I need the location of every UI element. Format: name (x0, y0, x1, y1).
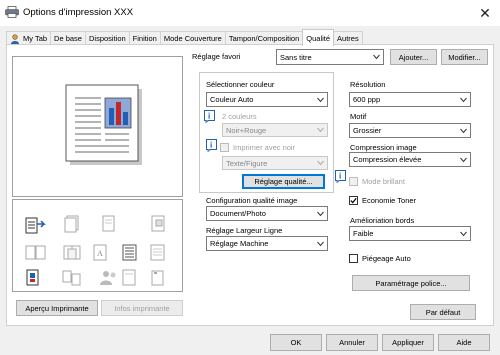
info-icon[interactable]: i (206, 139, 217, 152)
document-arrow-icon (25, 217, 46, 234)
chevron-down-icon (460, 128, 467, 133)
print-black-checkbox[interactable] (220, 143, 229, 152)
ok-button[interactable]: OK (270, 334, 322, 351)
tab-mode-couverture[interactable]: Mode Couverture (159, 31, 226, 45)
edge-enhancement-dropdown[interactable]: Faible (349, 226, 471, 241)
select-color-label: Sélectionner couleur (206, 80, 275, 89)
text-page-icon: A (93, 244, 107, 261)
chevron-down-icon (317, 211, 324, 216)
printer-icon (5, 6, 19, 18)
stacked-pages-icon (64, 215, 79, 233)
tab-autres[interactable]: Autres (333, 31, 363, 45)
print-black-dropdown[interactable]: Texte/Figure (222, 156, 328, 170)
image-quality-config-label: Configuration qualité image (206, 196, 298, 205)
line-width-label: Réglage Largeur Ligne (206, 226, 283, 235)
favorite-select[interactable]: Sans titre (276, 49, 384, 65)
two-colors-label: 2 couleurs (222, 112, 257, 121)
function-icons-panel: A (12, 199, 183, 292)
font-settings-button[interactable]: Paramétrage police... (352, 275, 470, 291)
resolution-label: Résolution (350, 80, 386, 89)
default-button[interactable]: Par défaut (410, 304, 476, 320)
tab-strip: My Tab De base Disposition Finition Mode… (6, 29, 363, 46)
add-favorite-button[interactable]: Ajouter... (390, 49, 437, 65)
chevron-down-icon (317, 241, 324, 246)
svg-text:A: A (97, 249, 103, 258)
toner-save-checkbox[interactable] (349, 196, 358, 205)
finishing-page-icon (122, 269, 136, 286)
tab-qualite[interactable]: Qualité (302, 29, 335, 46)
glossy-mode-checkbox[interactable] (349, 177, 358, 186)
two-colors-dropdown[interactable]: Noir+Rouge (222, 123, 328, 137)
columns-page-icon (122, 244, 137, 261)
chevron-down-icon (317, 127, 324, 133)
pages-icon (102, 215, 115, 232)
window-title: Options d'impression XXX (23, 7, 134, 18)
apply-button[interactable]: Appliquer (382, 334, 434, 351)
preview-area (12, 56, 183, 197)
printer-info-button[interactable]: Infos imprimante (101, 300, 183, 316)
info-icon[interactable]: i (204, 110, 215, 123)
image-quality-config-dropdown[interactable]: Document/Photo (206, 206, 328, 221)
modify-favorite-button[interactable]: Modifier... (441, 49, 488, 65)
chevron-down-icon (460, 97, 467, 102)
tab-my-tab[interactable]: My Tab (6, 31, 52, 45)
lined-page-icon (150, 244, 165, 261)
duplex-icon (25, 245, 46, 260)
help-button[interactable]: Aide (438, 334, 490, 351)
glossy-mode-label: Mode brillant (362, 177, 405, 186)
print-black-label: Imprimer avec noir (233, 143, 296, 152)
close-button[interactable]: ✕ (470, 0, 500, 26)
quality-setting-button[interactable]: Réglage qualité... (242, 174, 325, 189)
pattern-label: Motif (350, 112, 367, 121)
line-width-dropdown[interactable]: Réglage Machine (206, 236, 328, 251)
pattern-dropdown[interactable]: Grossier (349, 123, 471, 138)
printer-view-button[interactable]: Aperçu Imprimante (16, 300, 98, 316)
chevron-down-icon (317, 160, 324, 166)
chevron-down-icon (460, 157, 467, 162)
chevron-down-icon (317, 97, 324, 102)
tab-de-base[interactable]: De base (50, 31, 86, 45)
title-bar: Options d'impression XXX ✕ (0, 0, 500, 26)
tab-finition[interactable]: Finition (128, 31, 161, 45)
color-document-icon (26, 269, 39, 286)
tab-tampon-composition[interactable]: Tampon/Composition (224, 31, 304, 45)
booklet-icon (63, 245, 81, 260)
info-icon[interactable]: i (335, 170, 346, 183)
user-group-icon (100, 271, 116, 285)
compression-label: Compression image (350, 143, 417, 152)
compression-dropdown[interactable]: Compression élevée (349, 152, 471, 167)
multi-pages-icon (62, 270, 81, 286)
auto-trapping-label: Piégeage Auto (362, 254, 411, 263)
favorite-label: Réglage favori (192, 52, 241, 61)
stapled-pages-icon (151, 270, 164, 286)
chevron-down-icon (373, 54, 380, 60)
edge-enhancement-label: Amélioriation bords (350, 216, 415, 225)
checkmark-icon (350, 197, 357, 204)
toner-save-label: Economie Toner (362, 196, 417, 205)
photo-page-icon (151, 215, 165, 232)
user-icon (10, 33, 20, 44)
close-icon: ✕ (479, 4, 491, 21)
auto-trapping-checkbox[interactable] (349, 254, 358, 263)
select-color-dropdown[interactable]: Couleur Auto (206, 92, 328, 107)
resolution-dropdown[interactable]: 600 ppp (349, 92, 471, 107)
page-preview-icon (65, 84, 142, 165)
tab-disposition[interactable]: Disposition (84, 31, 130, 45)
chevron-down-icon (460, 231, 467, 236)
cancel-button[interactable]: Annuler (326, 334, 378, 351)
